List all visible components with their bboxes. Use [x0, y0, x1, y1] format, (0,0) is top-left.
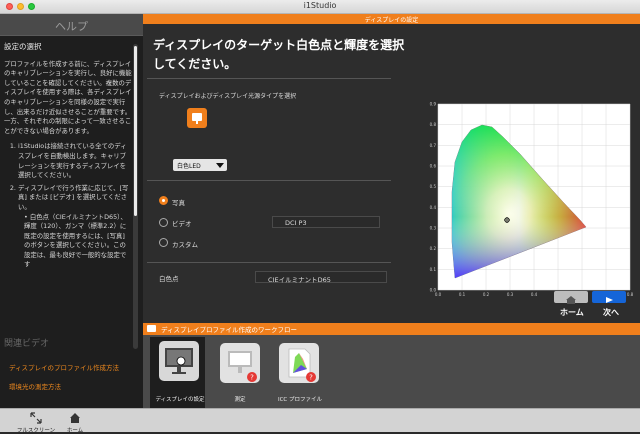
whitepoint-field[interactable]: CIEイルミナントD65 [255, 271, 387, 284]
help-intro: プロファイルを作成する前に、ディスプレイのキャリブレーションを実行し、良好に機能… [4, 59, 132, 135]
y-tick-label: 0.5 [430, 184, 437, 189]
radio-custom[interactable] [159, 238, 168, 247]
icc-profile-icon: ? [288, 348, 316, 382]
main-header-label: ディスプレイの設定 [364, 17, 419, 24]
help-header: ヘルプ [0, 14, 143, 36]
y-tick-label: 0.9 [430, 102, 437, 107]
play-icon [606, 297, 613, 303]
y-tick-label: 0.0 [430, 288, 437, 293]
video-preset-field[interactable]: DCI P3 [272, 216, 380, 228]
help-bullet: • 白色点（CIEイルミナントD65）、輝度（120）、ガンマ（標準2.2）に既… [24, 212, 127, 269]
main-panel: ディスプレイの設定 ディスプレイのターゲット白色点と輝度を選択してください。 デ… [143, 14, 640, 323]
divider [147, 78, 391, 79]
radio-photo-label: 写真 [172, 199, 185, 207]
fullscreen-label: フルスクリーン [16, 428, 56, 434]
home-icon [566, 296, 576, 304]
help-step-text: ディスプレイで行う作業に応じて、[写真] または [ビデオ] を選択してください… [18, 183, 129, 211]
workflow-header: ディスプレイプロファイル作成のワークフロー [143, 323, 640, 335]
y-tick-label: 0.2 [430, 246, 437, 251]
svg-text:?: ? [309, 374, 313, 382]
help-steps: i1Studioは接続されている全てのディスプレイを自動検出します。キャリブレー… [4, 142, 132, 270]
related-videos: 関連ビデオ ディスプレイのプロファイル作成方法 環境光の測定方法 [0, 336, 143, 408]
help-bullet-text: 白色点（CIEイルミナントD65）、輝度（120）、ガンマ（標準2.2）に既定の… [24, 212, 127, 269]
help-panel: ヘルプ 設定の選択 プロファイルを作成する前に、ディスプレイのキャリブレーション… [0, 14, 143, 408]
next-button[interactable] [592, 291, 626, 303]
divider [147, 262, 391, 263]
workflow-step-icc-profile[interactable]: ? [279, 343, 319, 383]
related-link-ambient-light[interactable]: 環境光の測定方法 [9, 381, 61, 391]
title-bar: i1Studio [0, 0, 640, 14]
y-tick-label: 0.8 [430, 122, 437, 127]
related-link-display-profile[interactable]: ディスプレイのプロファイル作成方法 [9, 362, 119, 372]
main-header: ディスプレイの設定 [143, 14, 640, 24]
app-window: i1Studio ヘルプ 設定の選択 プロファイルを作成する前に、ディスプレイの… [0, 0, 640, 434]
workflow-step-display-settings[interactable] [159, 341, 199, 381]
radio-photo[interactable] [159, 196, 168, 205]
page-title: ディスプレイのターゲット白色点と輝度を選択してください。 [153, 38, 405, 71]
footer-home-label: ホーム [66, 428, 84, 434]
display-type-select-value: 白色LED [177, 163, 201, 170]
radio-custom-label: カスタム [172, 241, 198, 249]
y-tick-labels: 0.0 0.1 0.2 0.3 0.4 0.5 0.6 0.7 0.8 0.9 [430, 102, 437, 293]
related-videos-title: 関連ビデオ [4, 339, 50, 349]
led-display-icon[interactable] [187, 108, 207, 128]
display-type-label: ディスプレイおよびディスプレイ光源タイプを選択 [159, 93, 297, 100]
y-tick-label: 0.6 [430, 164, 437, 169]
workflow-step-label: 測定 [234, 397, 246, 403]
help-step: i1Studioは接続されている全てのディスプレイを自動検出します。キャリブレー… [18, 142, 132, 180]
cie-chromaticity-chart: 0.0 0.1 0.2 0.3 0.4 0.5 0.6 0.7 0.8 0.0 0.1 0.2 0.3… [430, 102, 634, 298]
x-tick-label: 0.1 [459, 292, 466, 297]
help-text: 設定の選択 プロファイルを作成する前に、ディスプレイのキャリブレーションを実行し… [4, 42, 132, 342]
next-button-label: 次へ [603, 308, 619, 317]
y-tick-label: 0.4 [430, 205, 437, 210]
svg-text:?: ? [250, 374, 254, 382]
display-settings-icon [165, 348, 193, 374]
chevron-down-icon [216, 163, 224, 168]
help-header-label: ヘルプ [55, 20, 88, 33]
display-type-select[interactable]: 白色LED [173, 159, 227, 171]
help-scrollbar-thumb[interactable] [134, 46, 137, 216]
workflow-steps [143, 335, 640, 408]
workflow-step-label: ディスプレイの設定 [155, 397, 205, 403]
y-tick-label: 0.1 [430, 267, 437, 272]
divider [147, 180, 391, 181]
fullscreen-icon [30, 412, 42, 424]
fullscreen-button[interactable]: フルスクリーン [14, 412, 58, 434]
workflow-step-measure[interactable]: ? [220, 343, 260, 383]
footer-toolbar: フルスクリーン ホーム [0, 408, 640, 434]
radio-video-label: ビデオ [172, 220, 192, 228]
help-section-title: 設定の選択 [4, 42, 42, 51]
measure-display-icon: ? [228, 351, 257, 382]
x-tick-label: 0.2 [483, 292, 490, 297]
whitepoint-label: 白色点 [159, 275, 179, 283]
y-tick-label: 0.3 [430, 226, 437, 231]
x-tick-label: 0.8 [627, 292, 634, 297]
y-tick-label: 0.7 [430, 143, 437, 148]
home-button[interactable] [554, 291, 588, 304]
home-button-label: ホーム [560, 308, 584, 317]
display-icon [147, 325, 156, 332]
x-tick-label: 0.0 [435, 292, 442, 297]
help-step: ディスプレイで行う作業に応じて、[写真] または [ビデオ] を選択してください… [18, 184, 132, 270]
x-tick-label: 0.4 [531, 292, 538, 297]
window-title: i1Studio [303, 1, 337, 10]
home-icon [70, 413, 80, 423]
workflow-step-label: ICC プロファイル [277, 397, 323, 403]
radio-video[interactable] [159, 218, 168, 227]
footer-home-button[interactable]: ホーム [62, 412, 88, 434]
x-tick-label: 0.3 [507, 292, 514, 297]
